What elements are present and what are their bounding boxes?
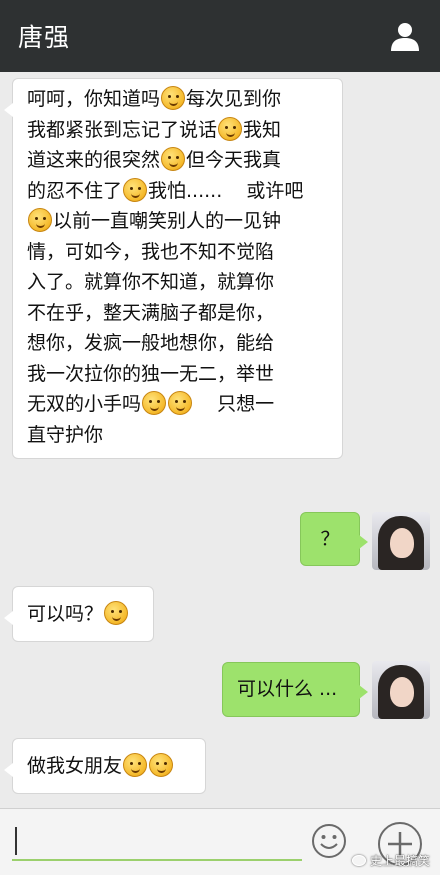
emoji-icon	[149, 753, 174, 777]
self-avatar[interactable]	[372, 512, 430, 570]
text-cursor	[15, 827, 17, 855]
message-line: 道这来的很突然 但今天我真	[27, 147, 282, 171]
message-input[interactable]	[12, 821, 302, 861]
message-text: ？	[320, 527, 340, 550]
message-text: 做我女朋友	[27, 755, 123, 777]
received-message[interactable]: 可以吗？	[4, 586, 154, 642]
chat-title: 唐强	[18, 23, 71, 52]
message-line: 呵呵，你知道吗 每次见到你	[27, 86, 282, 110]
message-line: 想你，发疯一般地想你，能给	[27, 332, 275, 354]
emoji-icon	[123, 177, 148, 202]
input-bar: 史上最搞笑	[0, 808, 440, 875]
sent-message[interactable]: 可以什么 ...	[222, 662, 368, 717]
self-avatar[interactable]	[372, 661, 430, 719]
emoji-icon	[142, 391, 167, 415]
message-list[interactable]: 呵呵，你知道吗 每次见到你 我都紧张到忘记了说话 我知 道这来的很突然 但今天我真 的…	[0, 72, 440, 808]
emoji-icon	[218, 116, 243, 141]
emoji-icon	[161, 147, 186, 171]
message-line: 入了。就算你不知道，就算你	[27, 271, 275, 293]
message-line: 我都紧张到忘记了说话 我知	[27, 116, 282, 141]
watermark: 史上最搞笑	[351, 852, 430, 869]
received-message[interactable]: 做我女朋友	[4, 738, 206, 794]
smile-emoji-icon	[123, 753, 148, 777]
message-line: 我一次拉你的独一无二，举世	[27, 362, 275, 385]
message-line: 情，可如今，我也不知不觉陷	[27, 240, 275, 263]
emoji-icon	[28, 208, 52, 232]
message-line: 直守护你	[27, 423, 104, 446]
top-bar: 唐强	[0, 0, 440, 72]
emoji-icon	[168, 391, 193, 415]
wechat-logo-icon	[351, 855, 366, 866]
message-text: 可以吗？	[27, 603, 104, 625]
message-line: 无双的小手吗 只想一	[27, 391, 275, 415]
message-text: 可以什么 ...	[237, 678, 338, 700]
sent-message[interactable]: ？	[300, 512, 368, 566]
message-line: 不在乎，整天满脑子都是你，	[27, 301, 275, 324]
grin-emoji-icon	[104, 601, 129, 625]
emoji-icon[interactable]	[311, 823, 347, 859]
person-icon[interactable]	[388, 19, 422, 53]
emoji-icon	[161, 86, 186, 110]
received-message[interactable]: 呵呵，你知道吗 每次见到你 我都紧张到忘记了说话 我知 道这来的很突然 但今天我真 的…	[4, 78, 343, 459]
message-line: 的忍不住了 我怕...... 或许吧	[27, 177, 304, 202]
message-line: 以前一直嘲笑别人的一见钟	[27, 206, 330, 237]
